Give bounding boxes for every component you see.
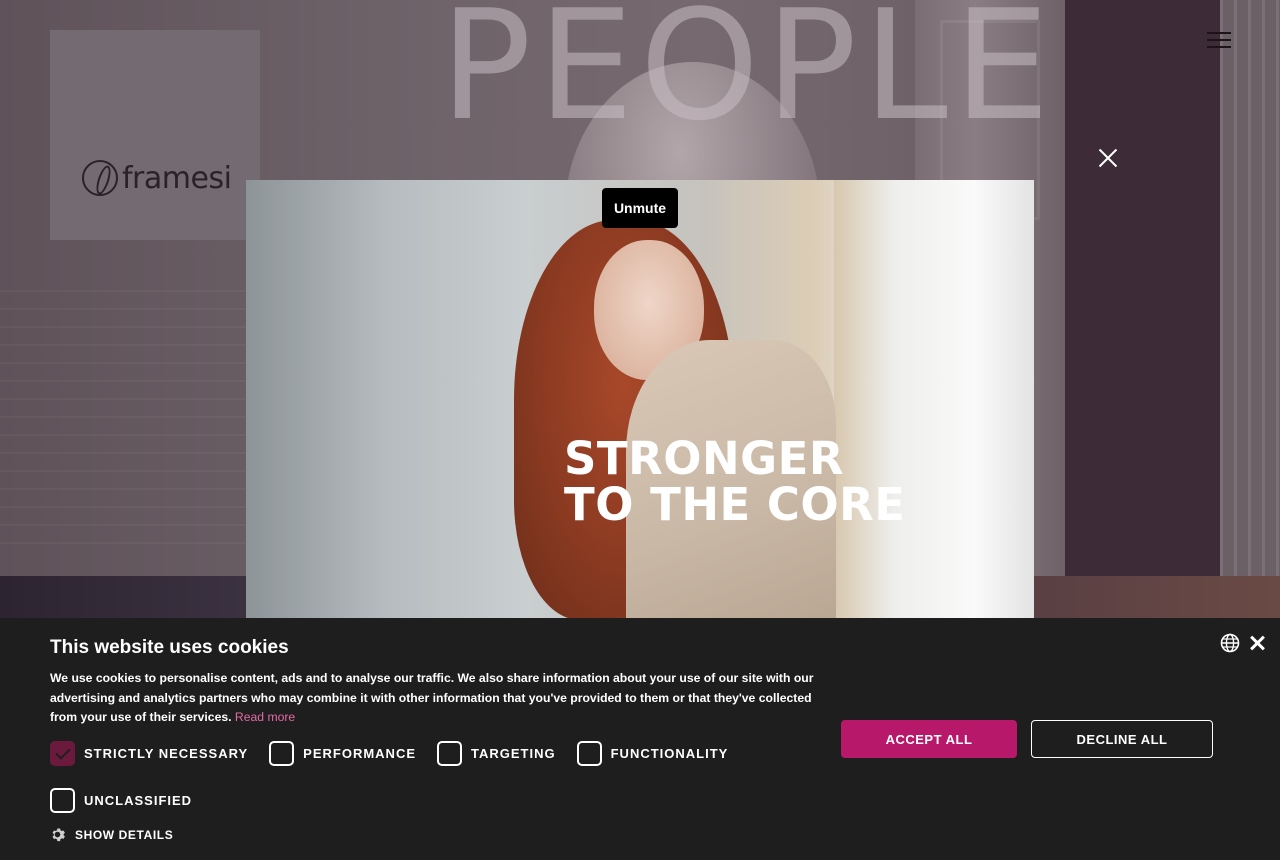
framesi-logo-icon [82,160,118,196]
logo-text: framesi [122,160,232,196]
show-details-toggle[interactable]: SHOW DETAILS [50,827,173,842]
video-pillar [834,180,1034,620]
hero-word: PEOPLE [440,0,1056,154]
checkbox-functionality[interactable]: FUNCTIONALITY [576,741,729,766]
decline-all-button[interactable]: DECLINE ALL [1031,720,1213,758]
checkbox-performance[interactable]: PERFORMANCE [269,741,416,766]
headline-line-2: TO THE CORE [564,478,906,531]
checkbox-label: STRICTLY NECESSARY [84,746,249,761]
menu-line [1207,39,1231,41]
show-details-label: SHOW DETAILS [75,827,174,842]
checkbox-unclassified[interactable]: UNCLASSIFIED [50,788,192,813]
checkbox-box[interactable] [269,741,295,766]
checkbox-label: UNCLASSIFIED [84,793,193,808]
accept-all-button[interactable]: ACCEPT ALL [841,720,1017,758]
checkbox-label: TARGETING [471,746,556,761]
brand-logo[interactable]: framesi [82,160,232,196]
cookie-banner: This website uses cookies We use cookies… [0,618,1280,860]
wall-shadow [1065,0,1220,576]
checkbox-label: PERFORMANCE [303,746,417,761]
checkbox-label: FUNCTIONALITY [610,746,729,761]
wall-panel [0,290,250,560]
checkbox-box[interactable] [50,788,75,813]
wall-molding [1220,0,1280,576]
checkbox-targeting[interactable]: TARGETING [437,741,556,766]
video-headline: STRONGER TO THE CORE [564,436,906,528]
globe-icon[interactable] [1220,633,1240,653]
checkbox-box[interactable] [576,741,602,766]
menu-line [1207,46,1231,48]
gear-icon [52,828,65,842]
checkbox-strictly-necessary[interactable]: STRICTLY NECESSARY [50,741,248,766]
cookie-close-icon[interactable] [1249,635,1265,651]
headline-line-1: STRONGER [564,432,844,485]
cookie-description: We use cookies to personalise content, a… [50,669,825,728]
checkbox-box[interactable] [50,741,75,766]
video-player[interactable]: STRONGER TO THE CORE [246,180,1034,620]
cookie-categories: STRICTLY NECESSARY PERFORMANCE TARGETING… [50,741,749,766]
cookie-title: This website uses cookies [50,637,289,658]
unmute-button[interactable]: Unmute [602,188,678,228]
read-more-link[interactable]: Read more [235,710,295,724]
logo-box[interactable] [50,30,260,240]
cookie-body-text: We use cookies to personalise content, a… [50,671,814,725]
checkbox-box[interactable] [437,741,463,766]
modal-close-icon[interactable] [1096,146,1120,170]
menu-line [1207,32,1231,34]
hamburger-menu-icon[interactable] [1207,30,1231,50]
